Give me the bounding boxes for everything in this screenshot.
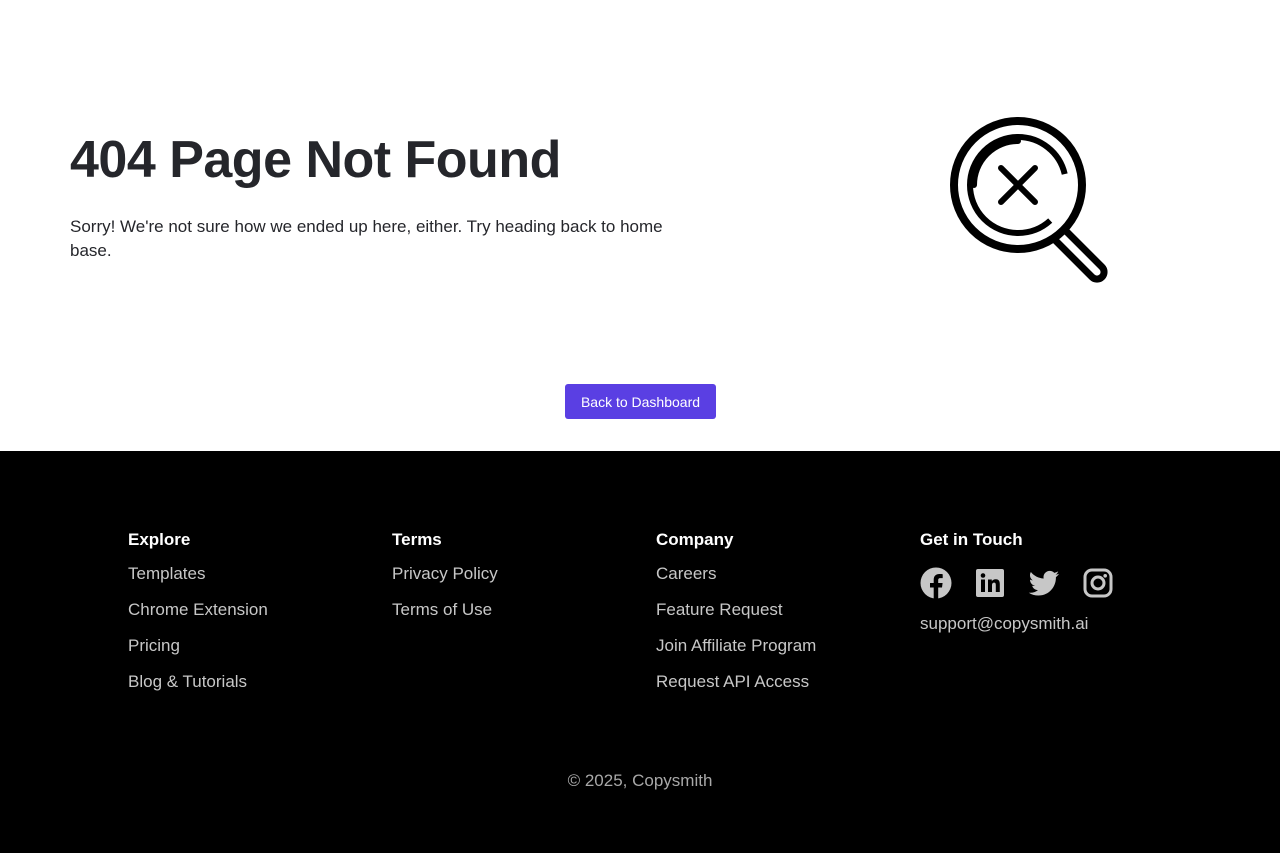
footer-link-privacy-policy[interactable]: Privacy Policy bbox=[392, 563, 498, 585]
page: 404 Page Not Found Sorry! We're not sure… bbox=[0, 0, 1280, 853]
footer-link-blog-tutorials[interactable]: Blog & Tutorials bbox=[128, 671, 268, 693]
footer-link-templates[interactable]: Templates bbox=[128, 563, 268, 585]
site-footer: Explore Templates Chrome Extension Prici… bbox=[0, 451, 1280, 853]
footer-link-feature-request[interactable]: Feature Request bbox=[656, 599, 816, 621]
footer-link-affiliate-program[interactable]: Join Affiliate Program bbox=[656, 635, 816, 657]
linkedin-icon[interactable] bbox=[974, 567, 1006, 599]
support-email-link[interactable]: support@copysmith.ai bbox=[920, 613, 1114, 635]
footer-heading-terms: Terms bbox=[392, 530, 442, 549]
instagram-icon[interactable] bbox=[1082, 567, 1114, 599]
copyright-text: © 2025, Copysmith bbox=[567, 771, 713, 790]
footer-link-careers[interactable]: Careers bbox=[656, 563, 816, 585]
footer-link-terms-of-use[interactable]: Terms of Use bbox=[392, 599, 498, 621]
footer-heading-explore: Explore bbox=[128, 530, 191, 549]
magnifier-x-icon bbox=[948, 115, 1118, 283]
footer-link-chrome-extension[interactable]: Chrome Extension bbox=[128, 599, 268, 621]
page-title: 404 Page Not Found bbox=[70, 131, 561, 189]
facebook-icon[interactable] bbox=[920, 567, 952, 599]
not-found-section: 404 Page Not Found Sorry! We're not sure… bbox=[0, 0, 1280, 451]
footer-column-contact: Get in Touch support@copysmith.ai bbox=[920, 529, 1114, 635]
footer-heading-company: Company bbox=[656, 530, 734, 549]
footer-column-terms: Terms Privacy Policy Terms of Use bbox=[392, 529, 498, 635]
error-message: Sorry! We're not sure how we ended up he… bbox=[70, 217, 663, 260]
twitter-icon[interactable] bbox=[1028, 567, 1060, 599]
footer-link-api-access[interactable]: Request API Access bbox=[656, 671, 816, 693]
footer-link-pricing[interactable]: Pricing bbox=[128, 635, 268, 657]
footer-heading-contact: Get in Touch bbox=[920, 530, 1023, 549]
back-to-dashboard-button[interactable]: Back to Dashboard bbox=[565, 384, 716, 419]
social-links bbox=[920, 567, 1114, 599]
footer-column-company: Company Careers Feature Request Join Aff… bbox=[656, 529, 816, 707]
footer-column-explore: Explore Templates Chrome Extension Prici… bbox=[128, 529, 268, 707]
